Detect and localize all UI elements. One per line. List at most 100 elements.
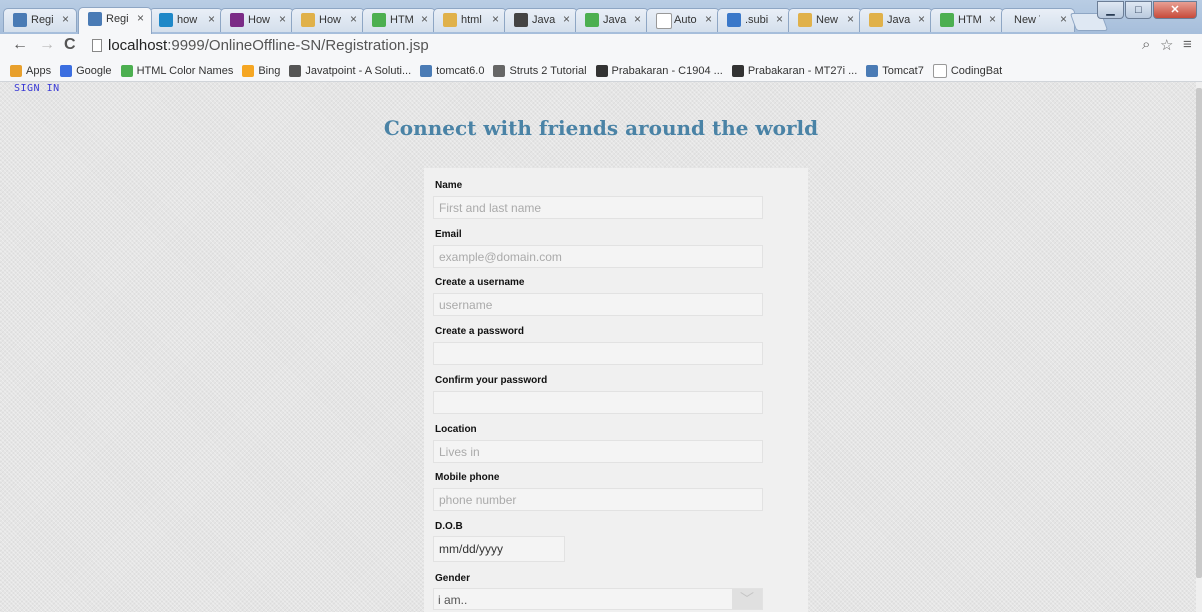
browser-tab[interactable]: html × xyxy=(433,8,507,32)
forward-arrow-icon[interactable]: → xyxy=(39,36,55,54)
sign-in-link[interactable]: SIGN IN xyxy=(14,83,60,94)
javatpoint-icon xyxy=(289,64,302,77)
scrollbar-thumb[interactable] xyxy=(1196,88,1202,578)
close-tab-icon[interactable]: × xyxy=(989,12,996,26)
confirm-password-input[interactable] xyxy=(433,391,763,414)
close-tab-icon[interactable]: × xyxy=(1060,12,1067,26)
bookmark-label: Google xyxy=(76,64,112,77)
struts-icon xyxy=(493,64,506,77)
tab-title: New xyxy=(816,14,839,26)
tab-favicon-icon xyxy=(230,13,244,27)
tab-title: How xyxy=(319,14,342,26)
tab-favicon-icon xyxy=(727,13,741,27)
url-host: localhost xyxy=(108,37,168,54)
address-bar[interactable]: localhost:9999/OnlineOffline-SN/Registra… xyxy=(86,36,1166,57)
tab-title: Auto xyxy=(674,14,697,26)
password-label: Create a password xyxy=(435,326,524,337)
page-icon xyxy=(92,39,102,52)
email-input[interactable] xyxy=(433,245,763,268)
bookmark-item[interactable]: CodingBat xyxy=(932,63,1003,78)
bookmark-label: CodingBat xyxy=(950,64,1003,77)
close-tab-icon[interactable]: × xyxy=(563,12,570,26)
browser-tab[interactable]: Java × xyxy=(859,8,933,32)
close-tab-icon[interactable]: × xyxy=(492,12,499,26)
browser-tab[interactable]: Java × xyxy=(575,8,649,32)
bookmark-item[interactable]: HTML Color Names xyxy=(120,64,233,77)
browser-tab[interactable]: Java × xyxy=(504,8,578,32)
zoom-icon[interactable]: ⌕ xyxy=(1142,36,1150,53)
maximize-button[interactable]: □ xyxy=(1125,1,1152,19)
close-tab-icon[interactable]: × xyxy=(279,12,286,26)
username-input[interactable] xyxy=(433,293,763,316)
reload-icon[interactable]: C xyxy=(64,36,76,54)
tab-title: Java xyxy=(532,14,556,26)
browser-tab[interactable]: How × xyxy=(291,8,365,32)
browser-tab[interactable]: Regi × xyxy=(78,7,152,34)
bookmark-item[interactable]: Google xyxy=(60,64,112,77)
tab-title: how xyxy=(177,14,198,26)
browser-tab[interactable]: HTM × xyxy=(362,8,436,32)
close-tab-icon[interactable]: × xyxy=(62,12,69,26)
close-tab-icon[interactable]: × xyxy=(137,11,144,25)
bookmark-star-icon[interactable]: ☆ xyxy=(1160,36,1173,54)
close-tab-icon[interactable]: × xyxy=(350,12,357,26)
page-scrollbar[interactable] xyxy=(1196,82,1202,612)
tab-title: HTM xyxy=(390,14,414,26)
wifi-icon xyxy=(731,64,744,77)
name-input[interactable] xyxy=(433,196,763,219)
bookmark-item[interactable]: Apps xyxy=(10,64,51,77)
mobile-input[interactable] xyxy=(433,488,763,511)
bookmark-item[interactable]: tomcat6.0 xyxy=(420,64,485,77)
tab-favicon-icon xyxy=(940,13,954,27)
close-tab-icon[interactable]: × xyxy=(918,12,925,26)
apps-icon xyxy=(10,64,22,77)
tab-favicon-icon xyxy=(514,13,528,27)
browser-tab[interactable]: How × xyxy=(220,8,294,32)
browser-tab[interactable]: Auto × xyxy=(646,8,720,32)
tab-favicon-icon xyxy=(585,13,599,27)
w3schools-icon xyxy=(120,64,133,77)
tab-favicon-icon xyxy=(301,13,315,27)
tomcat-icon xyxy=(866,64,879,77)
tab-title: HTM xyxy=(958,14,982,26)
bookmark-item[interactable]: Struts 2 Tutorial xyxy=(493,64,587,77)
dob-label: D.O.B xyxy=(435,521,463,532)
browser-tab[interactable]: New Tal × xyxy=(1001,8,1075,32)
browser-tab[interactable]: Regi × xyxy=(3,8,77,32)
bookmark-label: Prabakaran - C1904 ... xyxy=(611,64,723,77)
google-icon xyxy=(60,64,73,77)
browser-tab[interactable]: how × xyxy=(149,8,223,32)
back-arrow-icon[interactable]: ← xyxy=(12,36,28,54)
url-text: localhost:9999/OnlineOffline-SN/Registra… xyxy=(108,37,429,54)
confirm-password-label: Confirm your password xyxy=(435,375,548,386)
location-input[interactable] xyxy=(433,440,763,463)
bookmark-item[interactable]: Tomcat7 xyxy=(866,64,924,77)
close-tab-icon[interactable]: × xyxy=(705,12,712,26)
bookmark-item[interactable]: Javatpoint - A Soluti... xyxy=(289,64,411,77)
tab-title: .subi xyxy=(745,14,769,26)
close-tab-icon[interactable]: × xyxy=(208,12,215,26)
close-tab-icon[interactable]: × xyxy=(776,12,783,26)
close-tab-icon[interactable]: × xyxy=(847,12,854,26)
browser-tab[interactable]: .subi × xyxy=(717,8,791,32)
bookmark-label: tomcat6.0 xyxy=(436,64,485,77)
tab-favicon-icon xyxy=(13,13,27,27)
gender-select[interactable]: i am.. ﹀ xyxy=(433,588,763,610)
browser-tab[interactable]: HTM × xyxy=(930,8,1004,32)
tab-title: New Tal xyxy=(1014,14,1040,26)
minimize-button[interactable]: ▁ xyxy=(1097,1,1124,19)
bookmark-item[interactable]: Prabakaran - C1904 ... xyxy=(595,64,723,77)
menu-icon[interactable]: ≡ xyxy=(1183,36,1192,53)
bookmark-item[interactable]: Bing xyxy=(242,64,280,77)
chevron-down-icon: ﹀ xyxy=(732,589,762,609)
bookmark-item[interactable]: Prabakaran - MT27i ... xyxy=(731,64,857,77)
dob-input[interactable] xyxy=(433,536,565,562)
close-tab-icon[interactable]: × xyxy=(421,12,428,26)
browser-tab[interactable]: New × xyxy=(788,8,862,32)
password-input[interactable] xyxy=(433,342,763,365)
bookmark-label: Struts 2 Tutorial xyxy=(509,64,587,77)
close-tab-icon[interactable]: × xyxy=(634,12,641,26)
mobile-label: Mobile phone xyxy=(435,472,500,483)
location-label: Location xyxy=(435,424,477,435)
close-window-button[interactable]: ✕ xyxy=(1153,1,1197,19)
